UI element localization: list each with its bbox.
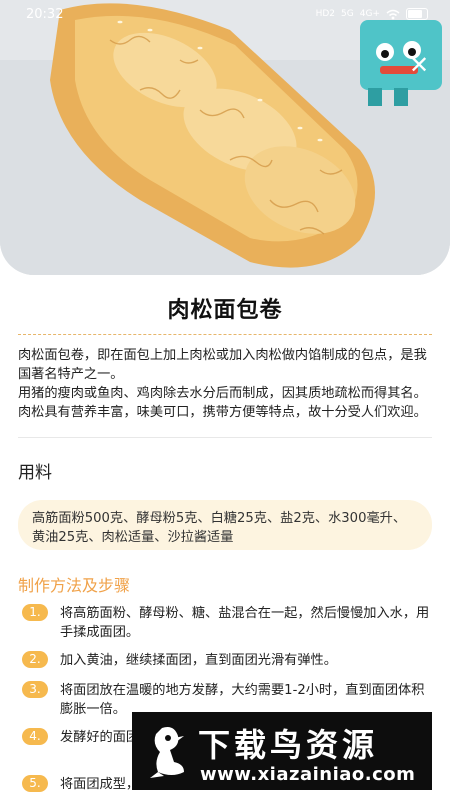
step-number-badge: 2. <box>22 651 48 668</box>
step-text: 加入黄油，继续揉面团，直到面团光滑有弹性。 <box>60 653 337 668</box>
watermark-banner: 下载鸟资源 www.xiazainiao.com <box>132 712 432 790</box>
title-divider <box>18 334 432 335</box>
ingredients-box: 高筋面粉500克、酵母粉5克、白糖25克、盐2克、水300毫升、黄油25克、肉松… <box>18 500 432 550</box>
hero-image <box>0 0 450 275</box>
step-text: 将高筋面粉、酵母粉、糖、盐混合在一起，然后慢慢加入水，用手揉成面团。 <box>60 606 430 640</box>
ingredients-heading: 用料 <box>18 463 52 483</box>
close-button[interactable]: ✕ <box>406 52 432 78</box>
status-bar: 20:32 HD2 5G 4G+ <box>0 0 450 28</box>
network-hd-label: HD2 <box>315 9 336 19</box>
close-icon: ✕ <box>408 51 430 79</box>
description-paragraph-1: 肉松面包卷，即在面包上加上肉松或加入肉松做内馅制成的包点，是我国著名特产之一。 <box>18 348 427 382</box>
recipe-description: 肉松面包卷，即在面包上加上肉松或加入肉松做内馅制成的包点，是我国著名特产之一。 … <box>18 346 432 422</box>
step-number-badge: 1. <box>22 604 48 621</box>
watermark-title: 下载鸟资源 <box>198 726 379 764</box>
step-number-badge: 4. <box>22 728 48 745</box>
description-paragraph-2: 用猪的瘦肉或鱼肉、鸡肉除去水分后而制成，因其质地疏松而得其名。肉松具有营养丰富，… <box>18 386 427 420</box>
status-icons: HD2 5G 4G+ <box>316 8 428 20</box>
description-divider <box>18 437 432 438</box>
recipe-title: 肉松面包卷 <box>167 298 283 323</box>
network-5g-label: 5G <box>341 9 354 19</box>
step-number-badge: 5. <box>22 775 48 792</box>
bird-logo-icon <box>150 727 184 778</box>
step-item: 1. 将高筋面粉、酵母粉、糖、盐混合在一起，然后慢慢加入水，用手揉成面团。 <box>18 604 432 642</box>
step-number-badge: 3. <box>22 681 48 698</box>
status-time: 20:32 <box>26 6 64 22</box>
steps-heading: 制作方法及步骤 <box>18 576 131 595</box>
bread-photo <box>0 0 450 275</box>
watermark-url: www.xiazainiao.com <box>200 764 416 785</box>
battery-icon <box>406 8 428 20</box>
network-4g-label: 4G+ <box>359 9 380 19</box>
wifi-icon <box>386 9 400 19</box>
step-item: 2. 加入黄油，继续揉面团，直到面团光滑有弹性。 <box>18 651 432 670</box>
